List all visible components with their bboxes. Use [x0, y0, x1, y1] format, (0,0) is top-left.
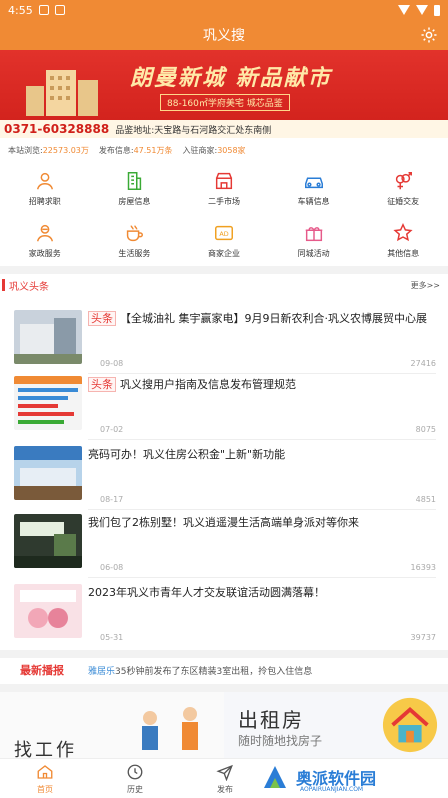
battery-icon: [434, 4, 440, 16]
promo-rent[interactable]: 出租房 随时随地找房子: [224, 692, 448, 758]
star-icon: [393, 222, 413, 241]
news-item[interactable]: 亮码可办！巩义住房公积金"上新"新功能 08-17 4851: [0, 442, 448, 510]
tab-home[interactable]: 首页: [0, 759, 90, 798]
news-item[interactable]: 2023年巩义市青年人才交友联谊活动圆满落幕！ 05-31 39737: [0, 580, 448, 648]
person-icon: [36, 172, 53, 189]
news-title: 巩义搜用户指南及信息发布管理规范: [120, 378, 296, 391]
category-vehicles[interactable]: 车辆信息: [269, 162, 359, 214]
news-item[interactable]: 头条 巩义搜用户指南及信息发布管理规范 07-02 8075: [0, 372, 448, 440]
app-notification-icon: [54, 5, 65, 15]
news-views: 4851: [415, 495, 436, 504]
status-time: 4:55: [8, 3, 33, 17]
watermark: 奥派软件园 AOPAIRUANJIAN.COM: [260, 760, 440, 794]
ad-icon: AD: [215, 225, 233, 240]
notification-icon: [38, 5, 49, 15]
people-illustration: [142, 707, 198, 750]
ticker-text: 35秒钟前发布了东区精装3室出租，拎包入住信息: [115, 666, 313, 677]
news-views: 27416: [410, 359, 436, 368]
watermark-subtext: AOPAIRUANJIAN.COM: [300, 786, 364, 793]
banner-title: 朗曼新城 新品献市: [130, 66, 332, 91]
news-views: 16393: [410, 563, 436, 572]
category-other[interactable]: 其他信息: [358, 214, 448, 266]
broom-icon: [36, 224, 53, 241]
cup-icon: [127, 225, 144, 241]
news-date: 09-08: [100, 359, 124, 368]
car-icon: [304, 177, 323, 188]
news-thumbnail: [14, 514, 82, 568]
news-date: 07-02: [100, 425, 124, 434]
promo-area: 找工作 出租房 随时随地找房子: [0, 692, 448, 761]
headlines-header: 巩义头条 更多>>: [0, 276, 448, 294]
news-thumbnail: [14, 310, 82, 364]
shop-icon: [215, 172, 233, 189]
news-date: 06-08: [100, 563, 124, 572]
send-icon: [216, 764, 233, 781]
news-thumbnail: [14, 584, 82, 638]
ticker-label: 最新播报: [20, 664, 64, 677]
status-bar: 4:55: [0, 0, 448, 20]
headlines-title: 巩义头条: [9, 281, 49, 293]
news-item[interactable]: 我们包了2栋别墅！巩义逍遥漫生活高端单身派对等你来 06-08 16393: [0, 510, 448, 578]
category-events[interactable]: 同城活动: [269, 214, 359, 266]
news-tag: 头条: [88, 311, 116, 326]
category-business[interactable]: AD 商家企业: [179, 214, 269, 266]
category-housekeeping[interactable]: 家政服务: [0, 214, 90, 266]
signal-icon: [416, 5, 428, 15]
category-life-services[interactable]: 生活服务: [90, 214, 180, 266]
app-bar: 巩义搜: [0, 20, 448, 50]
section-marker: [2, 279, 5, 291]
svg-text:AD: AD: [219, 230, 228, 238]
building-icon: [128, 171, 142, 190]
headlines-more-link[interactable]: 更多>>: [411, 280, 440, 291]
news-title: 2023年巩义市青年人才交友联谊活动圆满落幕！: [88, 586, 325, 599]
gift-icon: [305, 226, 322, 241]
category-jobs[interactable]: 招聘求职: [0, 162, 90, 214]
divider: [88, 577, 436, 578]
news-views: 8075: [415, 425, 436, 434]
news-title: 我们包了2栋别墅！巩义逍遥漫生活高端单身派对等你来: [88, 516, 359, 529]
category-dating[interactable]: 征婚交友: [358, 162, 448, 214]
promo-find-job[interactable]: 找工作: [0, 692, 224, 761]
wifi-icon: [398, 5, 410, 15]
category-housing[interactable]: 房屋信息: [90, 162, 180, 214]
ticker-user: 雅居乐: [88, 666, 116, 677]
promo-right-subtitle: 随时随地找房子: [238, 734, 323, 748]
settings-gear-icon[interactable]: [420, 26, 438, 44]
stat-merchants: 入驻商家:3058家: [182, 145, 246, 155]
stat-browse: 本站浏览:22573.03万: [8, 145, 89, 155]
divider: [88, 439, 436, 440]
home-icon: [37, 764, 53, 779]
news-thumbnail: [14, 446, 82, 500]
ad-banner[interactable]: 朗曼新城 新品献市 88-160㎡学府美宅 城芯品鉴 0371-60328888…: [0, 50, 448, 138]
stat-info: 发布信息:47.51万条: [98, 145, 173, 155]
news-title: 亮码可办！巩义住房公积金"上新"新功能: [88, 448, 286, 461]
news-date: 05-31: [100, 633, 124, 642]
divider: [0, 266, 448, 274]
divider: [0, 684, 448, 692]
divider: [0, 650, 448, 658]
banner-address: 品鉴地址:天宝路与石河路交汇处东南侧: [115, 125, 272, 136]
promo-right-title: 出租房: [238, 708, 304, 732]
building-illustration: [26, 70, 98, 116]
banner-phone: 0371-60328888: [4, 122, 110, 136]
category-second-hand[interactable]: 二手市场: [179, 162, 269, 214]
banner-info-strip: 0371-60328888 品鉴地址:天宝路与石河路交汇处东南侧: [0, 120, 448, 138]
news-tag: 头条: [88, 377, 116, 392]
category-grid: 招聘求职 房屋信息 二手市场 车辆信息 征婚交友 家政服务 生活服务 AD 商家…: [0, 162, 448, 266]
tab-publish[interactable]: 发布: [180, 759, 270, 798]
news-date: 08-17: [100, 495, 124, 504]
banner-subtitle: 88-160㎡学府美宅 城芯品鉴: [160, 94, 290, 111]
house-icon: [382, 697, 438, 753]
news-views: 39737: [410, 633, 436, 642]
site-stats: 本站浏览:22573.03万 发布信息:47.51万条 入驻商家:3058家: [8, 142, 246, 158]
news-item[interactable]: 头条 【全城油礼 集宇赢家电】9月9日新农利合·巩义农博展贸中心展 09-08 2…: [0, 306, 448, 374]
watermark-logo-icon: [264, 766, 286, 788]
news-ticker[interactable]: 最新播报 雅居乐35秒钟前发布了东区精装3室出租，拎包入住信息: [0, 658, 448, 682]
app-title: 巩义搜: [203, 28, 245, 44]
gender-icon: [396, 171, 413, 189]
tab-history[interactable]: 历史: [90, 759, 180, 798]
news-title: 【全城油礼 集宇赢家电】9月9日新农利合·巩义农博展贸中心展: [120, 312, 427, 325]
news-thumbnail: [14, 376, 82, 430]
clock-icon: [127, 764, 143, 779]
